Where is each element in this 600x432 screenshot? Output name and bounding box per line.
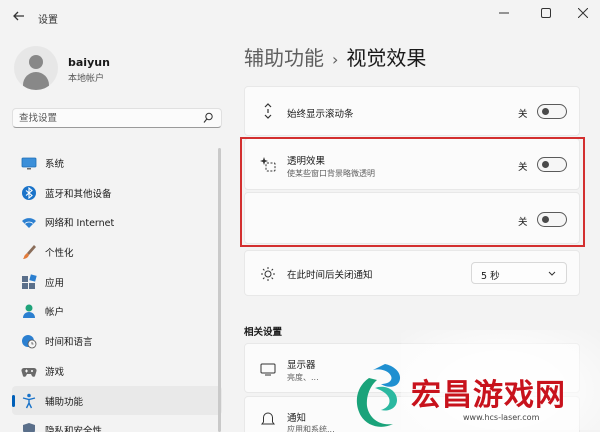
accessibility-icon <box>22 393 36 408</box>
avatar <box>14 46 58 90</box>
search-icon[interactable] <box>203 112 213 124</box>
setting-title: 通知 <box>287 413 307 424</box>
account-type: 本地帐户 <box>68 74 105 84</box>
search-input[interactable] <box>19 111 199 125</box>
dropdown-value: 5 秒 <box>481 271 500 282</box>
sidebar-item-label: 系统 <box>45 159 65 170</box>
person-icon <box>23 304 35 319</box>
display-icon <box>260 363 276 376</box>
minimize-button[interactable] <box>493 6 515 24</box>
setting-title: 始终显示滚动条 <box>287 109 354 120</box>
setting-always-show-scrollbars: 始终显示滚动条 关 <box>244 86 580 136</box>
wifi-icon <box>22 218 36 229</box>
sidebar-item-accounts[interactable]: 帐户 <box>12 296 222 326</box>
sidebar-item-privacy[interactable]: 隐私和安全性 <box>12 415 222 432</box>
sidebar-item-personalization[interactable]: 个性化 <box>12 237 222 267</box>
sidebar-nav: 系统 蓝牙和其他设备 网络和 Internet 个性化 应用 帐户 时间和语言 … <box>12 148 222 432</box>
breadcrumb: 辅助功能 › 视觉效果 <box>244 42 426 71</box>
highlight-box <box>240 137 585 247</box>
sidebar-item-label: 辅助功能 <box>45 396 84 408</box>
watermark-text: 宏昌游戏网 <box>411 378 566 413</box>
sidebar-item-label: 个性化 <box>45 248 74 260</box>
watermark-url: www.hcs-laser.com <box>463 413 540 422</box>
sidebar-item-label: 应用 <box>45 277 65 289</box>
maximize-button[interactable] <box>535 6 557 24</box>
maximize-icon <box>541 8 551 18</box>
chevron-down-icon <box>548 271 556 276</box>
monitor-icon <box>21 157 37 170</box>
user-name: baiyun <box>68 56 110 69</box>
close-icon <box>577 7 589 19</box>
sidebar-item-label: 隐私和安全性 <box>45 426 103 432</box>
app-title: 设置 <box>38 15 58 26</box>
setting-title: 在此时间后关闭通知 <box>287 270 373 281</box>
gamepad-icon <box>21 367 37 377</box>
globe-clock-icon <box>22 335 37 349</box>
sidebar-scrollbar[interactable] <box>218 148 221 432</box>
active-indicator <box>12 394 15 407</box>
scrollbars-toggle[interactable] <box>537 104 567 119</box>
toggle-state-label: 关 <box>518 109 528 120</box>
dismiss-time-dropdown[interactable]: 5 秒 <box>471 262 567 284</box>
shield-icon <box>23 423 35 432</box>
sidebar-item-accessibility[interactable]: 辅助功能 <box>12 385 222 416</box>
title-bar: 设置 <box>0 0 600 36</box>
breadcrumb-separator: › <box>332 50 339 69</box>
sun-icon <box>261 267 275 281</box>
sidebar-item-gaming[interactable]: 游戏 <box>12 356 222 386</box>
bluetooth-icon <box>22 185 36 200</box>
sidebar-item-label: 时间和语言 <box>45 337 93 349</box>
breadcrumb-parent[interactable]: 辅助功能 <box>244 46 324 70</box>
dragon-logo-icon <box>356 364 401 427</box>
brush-icon <box>23 245 36 260</box>
sidebar-item-label: 网络和 Internet <box>45 218 115 230</box>
back-button[interactable] <box>10 9 28 27</box>
setting-description: 亮度、... <box>287 373 319 382</box>
sidebar-item-label: 游戏 <box>45 366 65 378</box>
setting-title: 显示器 <box>287 360 316 371</box>
user-profile[interactable]: baiyun 本地帐户 <box>14 44 214 94</box>
setting-dismiss-notifications: 在此时间后关闭通知 5 秒 <box>244 250 580 296</box>
search-box[interactable] <box>12 108 222 128</box>
apps-icon <box>22 274 37 289</box>
sidebar-item-system[interactable]: 系统 <box>12 148 222 178</box>
sidebar-item-label: 帐户 <box>45 307 65 319</box>
sidebar-item-network[interactable]: 网络和 Internet <box>12 207 222 237</box>
sidebar-item-apps[interactable]: 应用 <box>12 267 222 297</box>
minimize-icon <box>499 12 509 14</box>
back-arrow-icon <box>13 11 24 21</box>
related-settings-heading: 相关设置 <box>244 327 283 338</box>
sidebar-item-bluetooth[interactable]: 蓝牙和其他设备 <box>12 178 222 208</box>
scroll-arrows-icon <box>264 103 272 119</box>
sidebar-item-time-language[interactable]: 时间和语言 <box>12 326 222 356</box>
close-button[interactable] <box>572 6 594 24</box>
bell-icon <box>261 412 275 425</box>
watermark: 宏昌游戏网 www.hcs-laser.com <box>345 330 600 432</box>
setting-description: 应用和系统... <box>287 425 335 432</box>
sidebar-item-label: 蓝牙和其他设备 <box>45 188 112 200</box>
page-title: 视觉效果 <box>346 46 427 70</box>
